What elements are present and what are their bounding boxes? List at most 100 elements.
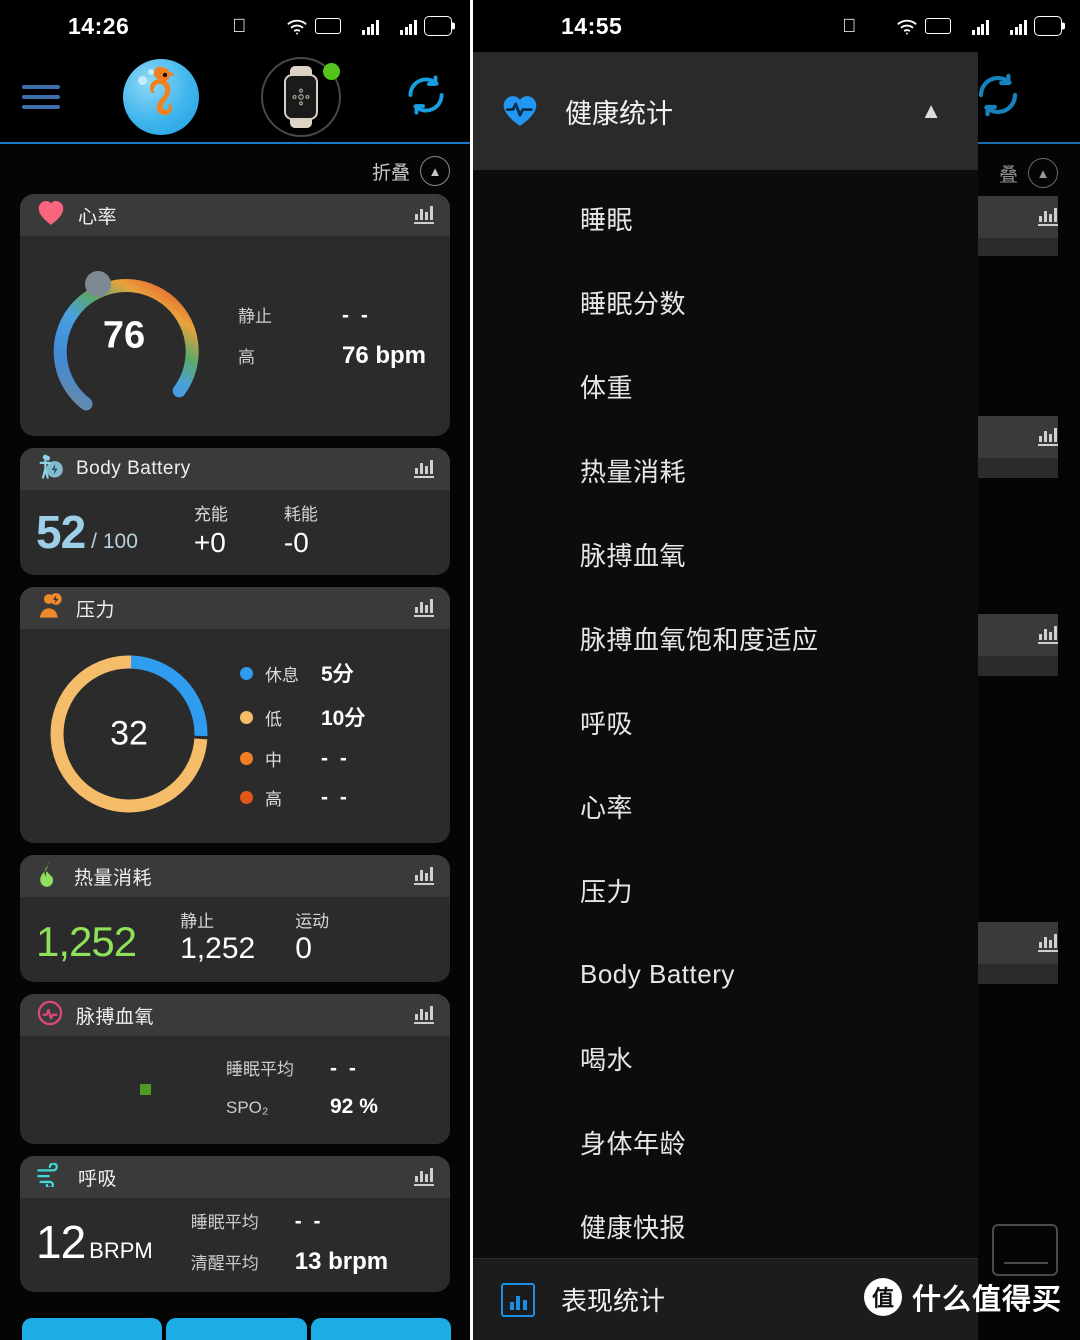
sim1-label: 5G [347,16,362,28]
network-speed-indicator: 0.04 KB/S [253,15,279,38]
stress-person-icon [36,592,64,625]
health-stats-drawer[interactable]: 健康统计 ▲ 睡眠 睡眠分数 体重 热量消耗 脉搏血氧 脉搏血氧饱和度适应 呼吸… [473,52,978,1340]
stat-key: 睡眠平均 [226,1060,294,1079]
drawer-item-stress[interactable]: 压力 [473,848,978,932]
legend-row: 中 - - [240,746,365,771]
dashboard-scroll-area[interactable]: 折叠 ▲ 心率 76 静止 - - 高 76 bpm Body Battery … [0,144,470,1340]
card-body: 1,252 静止 1,252 运动 0 [20,897,450,982]
sync-refresh-icon[interactable] [404,73,448,122]
hamburger-menu-icon[interactable] [22,85,60,109]
performance-stats-icon [501,1282,535,1317]
right-status-bar: 14:55  2.00 KB/S HD12 5G [473,0,1080,52]
hd-voice-icon: HD 1 2 [925,17,951,35]
chevron-up-icon[interactable]: ▲ [920,98,942,124]
heart-rate-gauge: 76 [36,250,212,422]
card-spo2[interactable]: 脉搏血氧 睡眠平均 - - SPO₂ 92 % [20,994,450,1144]
legend-value: - - [321,785,350,809]
network-speed-unit: KB/S [256,27,277,38]
collapse-control[interactable]: 折叠 ▲ [0,144,470,194]
bar-chart-icon[interactable] [414,867,434,885]
drawer-item-respiration[interactable]: 呼吸 [473,680,978,764]
drawer-item-heart-rate[interactable]: 心率 [473,764,978,848]
stat-key: 睡眠平均 [190,1213,259,1232]
body-battery-icon [36,453,64,486]
drawer-item-pulse-ox[interactable]: 脉搏血氧 [473,512,978,596]
sim2-bars [400,19,417,35]
drawer-item-weight[interactable]: 体重 [473,344,978,428]
spo2-data-point [140,1084,151,1095]
bluetooth-icon:  [232,17,246,36]
card-header: 压力 [20,587,450,629]
stat-value: -0 [283,527,309,558]
sim2-bars [1010,19,1027,35]
chevron-up-icon: ▲ [1028,158,1058,188]
bar-chart-icon [1038,934,1058,952]
watch-body [284,74,319,120]
stat-value: +0 [193,527,226,558]
stat-key: 清醒平均 [190,1254,259,1273]
stat-row: SPO₂ 92 % [226,1095,378,1119]
legend-label: 休息 [265,665,299,685]
body-battery-main: 52 / 100 [36,505,138,559]
drawer-item-body-battery[interactable]: Body Battery [473,932,978,1016]
watermark-badge: 值 [863,1278,902,1316]
drawer-item-hydration[interactable]: 喝水 [473,1016,978,1100]
tab-2[interactable] [166,1318,307,1340]
bar-chart-icon[interactable] [414,1006,434,1024]
bluetooth-icon:  [842,17,856,36]
hd-label: HD [928,20,943,31]
drawer-item-list[interactable]: 睡眠 睡眠分数 体重 热量消耗 脉搏血氧 脉搏血氧饱和度适应 呼吸 心率 压力 … [473,170,978,1268]
legend-dot [240,666,253,680]
stat-column: 运动 0 [295,907,329,966]
sim1-bars [362,19,379,35]
card-calories[interactable]: 热量消耗 1,252 静止 1,252 运动 0 [20,855,450,982]
chevron-up-icon[interactable]: ▲ [420,156,450,186]
legend-row: 休息 5分 [240,658,365,688]
card-heart-rate[interactable]: 心率 76 静止 - - 高 76 bpm [20,194,450,436]
card-respiration[interactable]: 呼吸 12 BRPM 睡眠平均 - - 清醒平均 13 brpm [20,1156,450,1292]
bar-chart-icon[interactable] [414,206,434,224]
legend-dot [240,791,253,804]
legend-label: 中 [265,751,282,770]
sync-refresh-icon[interactable] [974,71,1022,124]
heart-rate-stats: 静止 - - 高 76 bpm [238,302,426,370]
network-speed-value: 2.00 [863,13,890,30]
legend-label: 高 [265,790,282,809]
sim2-signal: 4G [996,17,1027,35]
card-body-battery[interactable]: Body Battery 52 / 100 充能 +0 耗能 -0 [20,448,450,575]
seahorse-logo-icon[interactable] [122,59,199,135]
stat-value: 13 brpm [294,1248,389,1275]
stat-column: 充能 +0 [194,500,228,559]
sim1-signal: 5G [958,17,989,35]
stat-value: - - [330,1057,359,1080]
bar-chart-icon [1038,626,1058,644]
drawer-item-fitness-age[interactable]: 身体年龄 [473,1100,978,1184]
smartwatch-icon[interactable] [261,57,342,137]
card-body: 12 BRPM 睡眠平均 - - 清醒平均 13 brpm [20,1198,450,1292]
drawer-item-calories[interactable]: 热量消耗 [473,428,978,512]
drawer-item-sleep[interactable]: 睡眠 [473,176,978,260]
respiration-stats: 睡眠平均 - - 清醒平均 13 brpm [191,1208,388,1276]
bar-chart-icon[interactable] [414,1168,434,1186]
drawer-item-health-snapshot[interactable]: 健康快报 [473,1184,978,1268]
card-body: 32 休息 5分 低 10分 中 - - 高 - - [20,629,450,843]
stat-value: 1,252 [180,932,256,965]
bottom-tab-bar[interactable] [0,1318,470,1340]
respiration-value: 12 [36,1216,86,1268]
card-header: Body Battery [20,448,450,490]
tab-3[interactable] [310,1318,451,1340]
stat-value: - - [294,1210,324,1233]
drawer-section-health-stats[interactable]: 健康统计 ▲ [473,52,978,170]
wifi-icon [286,17,308,35]
stat-row: 睡眠平均 - - [226,1055,378,1081]
stress-legend: 休息 5分 低 10分 中 - - 高 - - [240,658,365,810]
tab-1[interactable] [22,1318,163,1340]
watermark-text: 什么值得买 [911,1284,1062,1316]
bar-chart-icon[interactable] [414,460,434,478]
drawer-item-sleep-score[interactable]: 睡眠分数 [473,260,978,344]
bar-chart-icon[interactable] [414,599,434,617]
stat-key: 耗能 [283,505,318,524]
card-stress[interactable]: 压力 32 休息 5分 低 10分 中 - - 高 - - [20,587,450,843]
drawer-item-pulse-ox-acclimation[interactable]: 脉搏血氧饱和度适应 [473,596,978,680]
heart-rate-value: 76 [102,314,146,357]
